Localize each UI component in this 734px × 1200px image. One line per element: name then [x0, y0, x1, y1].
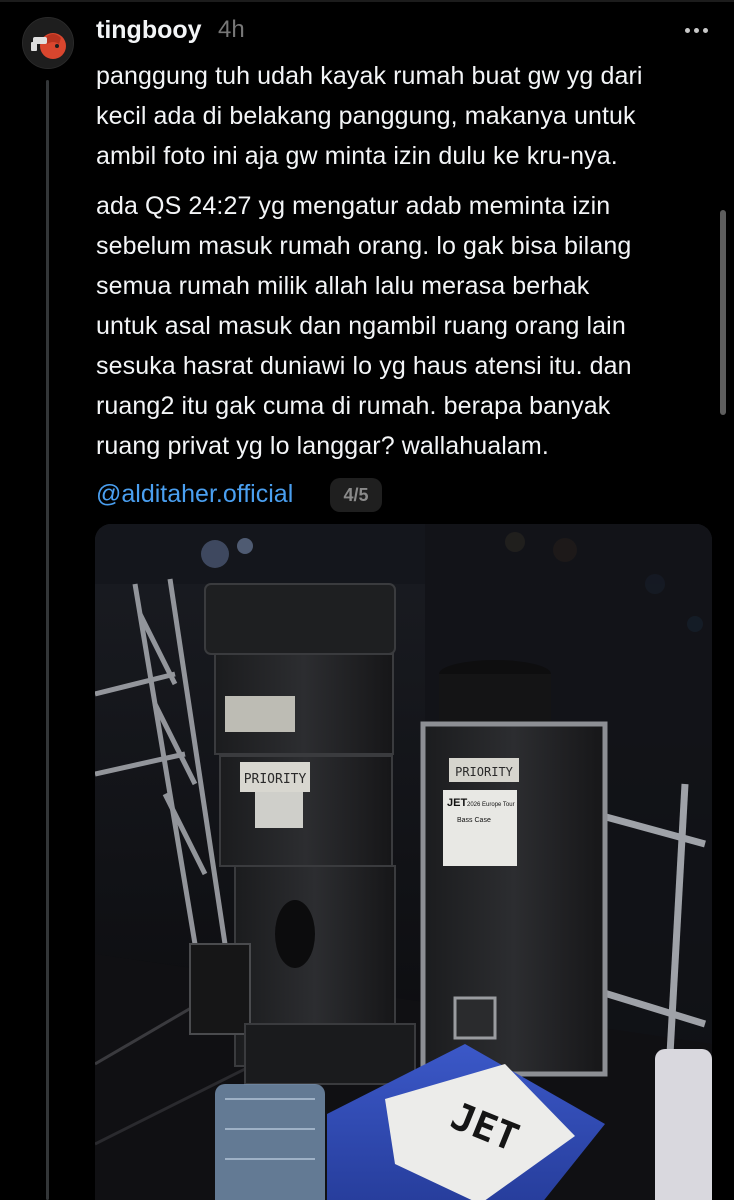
avatar[interactable] [22, 17, 74, 69]
backstage-photo: PRIORITY PRIORITY PRIORITY JET 2026 Euro… [95, 524, 712, 1200]
post-photo[interactable]: PRIORITY PRIORITY PRIORITY JET 2026 Euro… [95, 524, 712, 1200]
scrollbar[interactable] [720, 210, 726, 415]
post-text-line: panggung tuh udah kayak rumah buat gw yg… [96, 62, 643, 90]
avatar-image [23, 18, 73, 68]
post-text-line: semua rumah milik allah lalu merasa berh… [96, 272, 590, 300]
mention-link[interactable]: @alditaher.official [96, 476, 293, 512]
priority-text-right: PRIORITY [455, 765, 514, 779]
post-text-line: ambil foto ini aja gw minta izin dulu ke… [96, 142, 618, 170]
tag-tour: 2026 Europe Tour [467, 802, 515, 808]
post-paragraph-2: ada QS 24:27 yg mengatur adab meminta iz… [96, 186, 716, 466]
post-text-line: sebelum masuk rumah orang. lo gak bisa b… [96, 232, 632, 260]
username[interactable]: tingbooy [96, 14, 202, 46]
post-text-line: sesuka hasrat duniawi lo yg haus atensi … [96, 352, 632, 380]
post-text-line: ruang privat yg lo langgar? wallahualam. [96, 432, 549, 460]
post-text-line: ada QS 24:27 yg mengatur adab meminta iz… [96, 192, 611, 220]
more-options-button[interactable] [678, 12, 714, 48]
post-text-line: kecil ada di belakang panggung, makanya … [96, 102, 636, 130]
thread-line [46, 80, 49, 1200]
top-divider [0, 0, 734, 2]
svg-text:PRIORITY: PRIORITY [244, 772, 307, 787]
post-paragraph-1: panggung tuh udah kayak rumah buat gw yg… [96, 56, 716, 176]
tag-case: Bass Case [457, 817, 491, 824]
more-icon [684, 27, 690, 33]
tag-brand: JET [447, 797, 467, 809]
post-text-line: ruang2 itu gak cuma di rumah. berapa ban… [96, 392, 611, 420]
timestamp: 4h [218, 16, 245, 43]
page-indicator: 4/5 [330, 478, 382, 512]
post-text-line: untuk asal masuk dan ngambil ruang orang… [96, 312, 626, 340]
